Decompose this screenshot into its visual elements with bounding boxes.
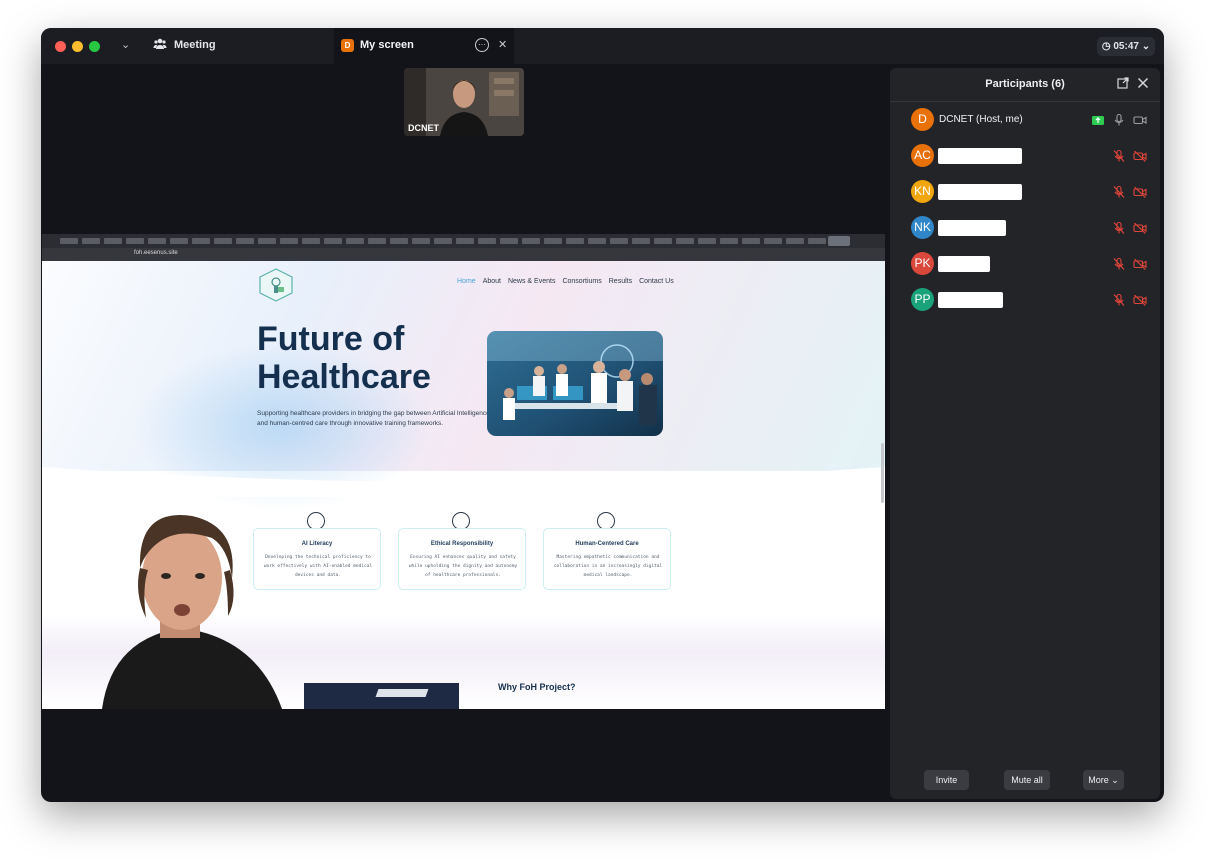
self-video-thumbnail[interactable]: DCNET [404,68,524,136]
browser-address-bar[interactable]: foh.eesenus.site [42,248,885,261]
camera-off-icon[interactable] [1133,293,1147,307]
card-title: Ethical Responsibility [430,541,494,547]
avatar: NK [911,216,934,239]
meeting-tab-label[interactable]: Meeting [174,39,216,51]
speaker-video [102,515,282,709]
card-text: Ensuring AI enhances quality and safety … [408,555,518,578]
nav-about[interactable]: About [483,278,501,285]
hero-image [487,331,663,436]
card-human-centered-care[interactable]: Human-Centered Care Mastering empathetic… [543,528,671,590]
hero-title-line2: Healthcare [257,358,431,396]
chevron-down-icon: ⌄ [1141,41,1151,52]
avatar: KN [911,180,934,203]
camera-off-icon[interactable] [1133,221,1147,235]
redacted-name [938,184,1022,200]
hero-title-line1: Future of [257,320,405,358]
participant-row[interactable]: NK [890,213,1160,243]
participant-row[interactable]: AC [890,141,1160,171]
nav-consortiums[interactable]: Consortiums [562,278,601,285]
hero-title: Future of Healthcare [257,320,497,396]
avatar: PK [911,252,934,275]
card-ethical-responsibility[interactable]: Ethical Responsibility Ensuring AI enhan… [398,528,526,590]
close-icon[interactable] [1137,77,1149,89]
participant-name: DCNET (Host, me) [939,114,1023,125]
browser-tab-strip [42,234,885,248]
microphone-muted-icon[interactable] [1112,221,1126,235]
share-badge: D [341,39,354,52]
redacted-name [938,148,1022,164]
meeting-timer[interactable]: ◷ 05:47 ⌄ [1097,37,1155,56]
redacted-name [938,220,1006,236]
hero-section: Home About News & Events Consortiums Res… [42,261,885,511]
camera-off-icon[interactable] [1133,149,1147,163]
site-nav: Home About News & Events Consortiums Res… [457,278,674,285]
tab-close-icon[interactable]: ✕ [498,38,507,51]
self-video-name: DCNET [408,123,439,133]
nav-news-events[interactable]: News & Events [508,278,555,285]
mute-all-button[interactable]: Mute all [1004,770,1050,790]
microphone-muted-icon[interactable] [1112,293,1126,307]
popout-icon[interactable] [1117,77,1129,89]
microphone-icon[interactable] [1112,113,1126,127]
participant-row[interactable]: D DCNET (Host, me) [890,105,1160,135]
microphone-muted-icon[interactable] [1112,185,1126,199]
window-maximize-button[interactable] [89,41,100,52]
avatar: AC [911,144,934,167]
redacted-name [938,292,1003,308]
more-options-icon[interactable]: ⋯ [475,38,489,52]
participants-group-icon [153,37,167,54]
more-button-label: More [1088,775,1109,785]
nav-contact[interactable]: Contact Us [639,278,674,285]
card-title: Human-Centered Care [575,541,639,547]
microphone-muted-icon[interactable] [1112,149,1126,163]
site-logo[interactable] [257,267,295,303]
section-image-detail [375,689,429,697]
panel-divider [890,101,1160,102]
microphone-muted-icon[interactable] [1112,257,1126,271]
screen-share-icon [1092,116,1104,125]
participant-row[interactable]: PP [890,285,1160,315]
card-text: Mastering empathetic communication and c… [553,555,663,578]
participant-row[interactable]: PK [890,249,1160,279]
clock-icon: ◷ [1101,41,1111,52]
chevron-down-icon[interactable]: ⌄ [121,38,130,51]
chevron-down-icon: ⌄ [1111,775,1119,785]
tab-my-screen[interactable]: D My screen ⋯ ✕ [334,28,514,64]
camera-off-icon[interactable] [1133,185,1147,199]
meeting-window: ⌄ Meeting D My screen ⋯ ✕ ◷ 05:47 ⌄ DCNE… [41,28,1164,802]
url-text[interactable]: foh.eesenus.site [134,250,178,256]
page-scrollbar[interactable] [881,443,884,503]
camera-icon[interactable] [1133,113,1147,127]
tab-my-screen-label: My screen [360,39,414,51]
participants-panel: Participants (6) D DCNET (Host, me) AC K… [890,68,1160,799]
window-close-button[interactable] [55,41,66,52]
timer-value: 05:47 [1113,41,1139,52]
invite-button[interactable]: Invite [924,770,969,790]
why-foh-heading: Why FoH Project? [498,682,576,692]
nav-results[interactable]: Results [609,278,632,285]
avatar: D [911,108,934,131]
camera-off-icon[interactable] [1133,257,1147,271]
participant-row[interactable]: KN [890,177,1160,207]
redacted-name [938,256,990,272]
more-button[interactable]: More ⌄ [1083,770,1124,790]
avatar: PP [911,288,934,311]
hero-description: Supporting healthcare providers in bridg… [257,410,490,427]
title-bar: ⌄ Meeting D My screen ⋯ ✕ ◷ 05:47 ⌄ [41,28,1164,64]
window-minimize-button[interactable] [72,41,83,52]
nav-home[interactable]: Home [457,278,476,285]
